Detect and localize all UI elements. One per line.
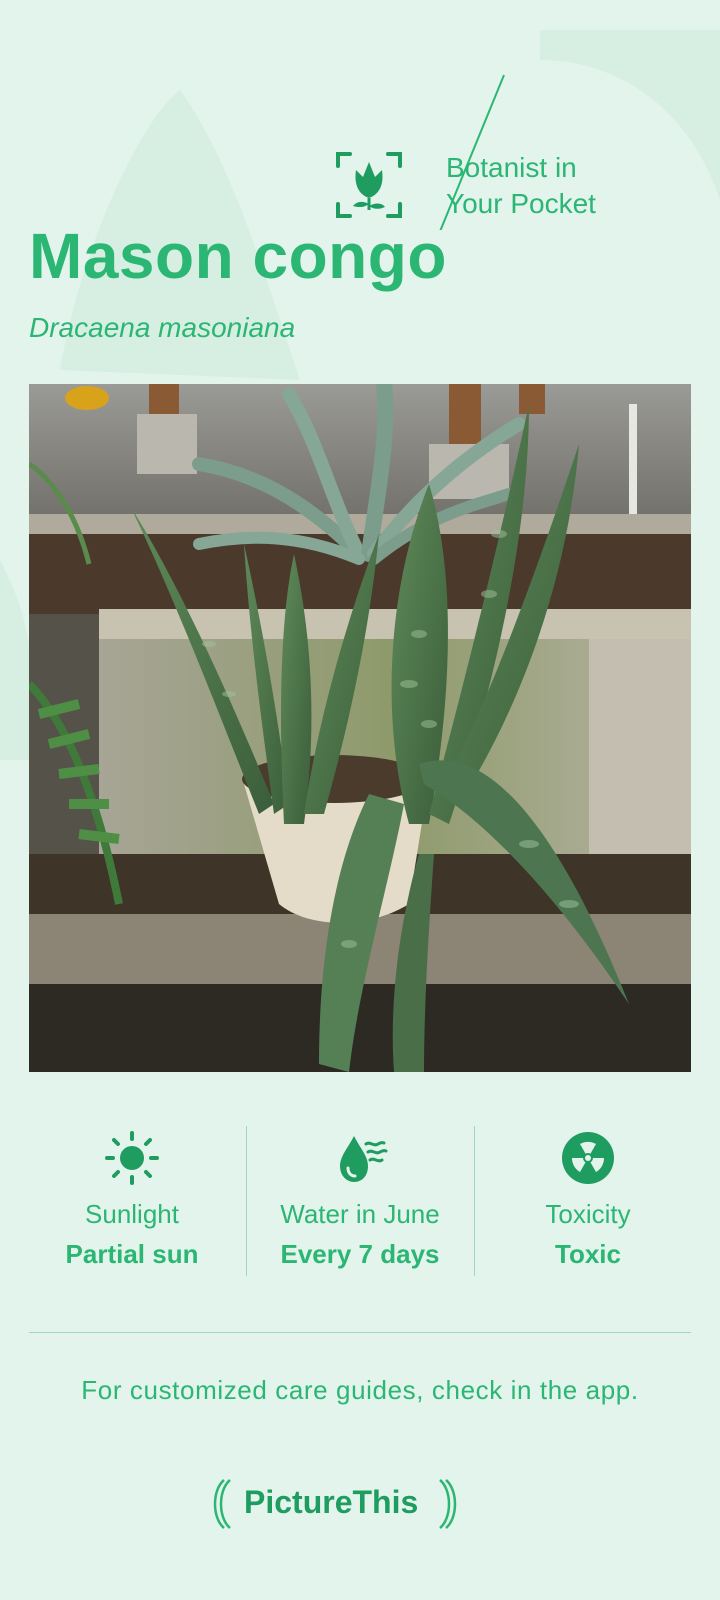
care-label-sunlight: Sunlight (85, 1199, 179, 1229)
sun-icon (105, 1131, 159, 1185)
care-label-water: Water in June (280, 1199, 440, 1229)
tagline-line-2: Your Pocket (446, 188, 596, 219)
plant-photo (29, 384, 691, 1072)
care-value-water: Every 7 days (280, 1239, 440, 1269)
plant-latin-name: Dracaena masoniana (29, 312, 296, 343)
tagline: Botanist in Your Pocket (446, 150, 596, 222)
tagline-line-1: Botanist in (446, 152, 577, 183)
toxicity-icon (562, 1132, 614, 1184)
footer-note: For customized care guides, check in the… (81, 1375, 639, 1405)
logo-text: PictureThis (244, 1484, 419, 1520)
picturethis-logo[interactable]: PictureThis (210, 1476, 510, 1532)
care-label-toxicity: Toxicity (545, 1199, 631, 1229)
care-item-water: Water in June Every 7 days (246, 1120, 474, 1280)
plant-photo-image (29, 384, 691, 1072)
care-item-toxicity: Toxicity Toxic (474, 1120, 702, 1280)
water-drop-icon (340, 1136, 388, 1182)
plant-common-name: Mason congo (29, 220, 447, 292)
care-value-toxicity: Toxic (555, 1239, 621, 1269)
brand-header: Botanist in Your Pocket (334, 74, 634, 230)
section-divider (29, 1332, 691, 1333)
care-item-sunlight: Sunlight Partial sun (18, 1120, 246, 1280)
care-value-sunlight: Partial sun (65, 1239, 199, 1269)
care-summary: Sunlight Partial sun Water in June Every… (0, 1120, 720, 1280)
